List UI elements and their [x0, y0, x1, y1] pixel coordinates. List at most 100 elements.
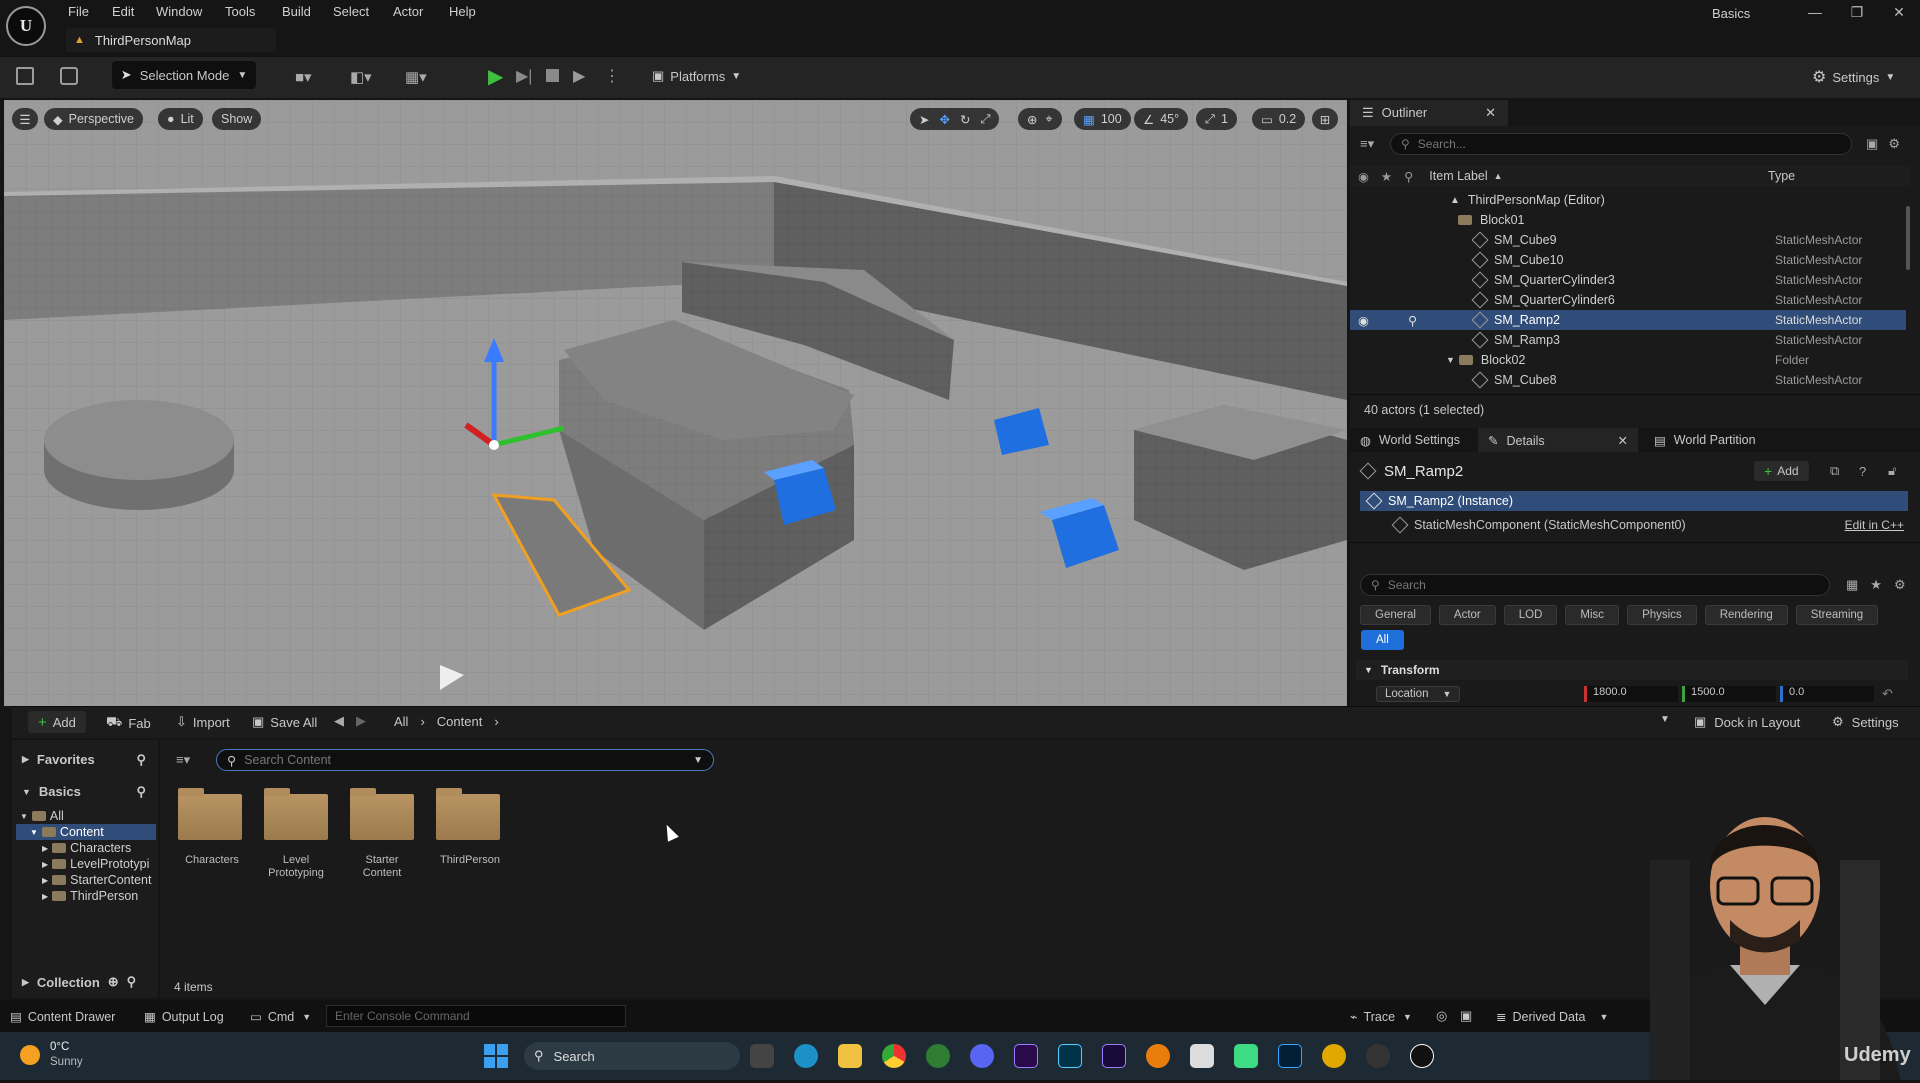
menu-select[interactable]: Select — [333, 4, 369, 19]
layout-icon[interactable]: ⊞ — [1312, 108, 1338, 130]
level-viewport[interactable] — [4, 100, 1347, 706]
trace-dropdown[interactable]: ⌁ Trace ▼ — [1350, 1009, 1412, 1025]
add-actor-icon[interactable]: ■▾ — [295, 68, 312, 86]
weather-temp[interactable]: 0°C — [50, 1041, 69, 1053]
back-icon[interactable]: ◀ — [334, 713, 344, 729]
menu-edit[interactable]: Edit — [112, 4, 134, 19]
favorites-section[interactable]: ▶ Favorites ⚲ — [22, 752, 152, 768]
console-input[interactable]: Enter Console Command — [326, 1005, 626, 1027]
show-button[interactable]: Show — [212, 108, 262, 130]
edit-cpp-link[interactable]: Edit in C++ — [1845, 518, 1904, 532]
premiere-icon[interactable] — [1014, 1044, 1038, 1068]
derived-data-dropdown[interactable]: ≣ Derived Data ▼ — [1496, 1009, 1608, 1025]
chevron-down-icon[interactable]: ▼ — [693, 755, 703, 766]
help-icon[interactable]: ? — [1859, 464, 1866, 479]
android-icon[interactable] — [1234, 1044, 1258, 1068]
weather-status[interactable]: Sunny — [50, 1056, 83, 1068]
rotate-tool-icon[interactable]: ↻ — [960, 112, 970, 127]
camera-speed[interactable]: ▭ 0.2 — [1252, 108, 1306, 130]
task-view-icon[interactable] — [750, 1044, 774, 1068]
cinematics-icon[interactable]: ▦▾ — [405, 68, 427, 86]
edge-icon[interactable] — [794, 1044, 818, 1068]
audition-icon[interactable] — [1058, 1044, 1082, 1068]
step-icon[interactable]: ▶| — [516, 66, 532, 86]
close-icon[interactable]: ✕ — [1878, 4, 1920, 21]
play-icon[interactable]: ▶ — [488, 64, 503, 89]
category-general[interactable]: General — [1360, 605, 1431, 625]
selection-mode-dropdown[interactable]: ➤ Selection Mode ▼ — [112, 61, 256, 89]
transform-section[interactable]: ▼ Transform — [1356, 660, 1908, 680]
history-dropdown-icon[interactable]: ▼ — [1660, 714, 1670, 725]
media-encoder-icon[interactable] — [1102, 1044, 1126, 1068]
save-all-button[interactable]: ▣ Save All — [252, 714, 317, 730]
close-icon[interactable]: ✕ — [1485, 105, 1496, 121]
tab-world-settings[interactable]: ◍ World Settings — [1350, 428, 1470, 452]
location-y-field[interactable]: 1500.0 — [1682, 686, 1776, 702]
cmd-dropdown[interactable]: ▭ Cmd ▼ — [250, 1009, 311, 1025]
star-icon[interactable]: ★ — [1870, 577, 1882, 593]
list-item[interactable]: SM_Cube9 StaticMeshActor — [1350, 230, 1906, 250]
menu-actor[interactable]: Actor — [393, 4, 423, 19]
unreal-logo-icon[interactable]: U — [6, 6, 46, 46]
gear-icon[interactable]: ⚙ — [1888, 136, 1900, 152]
category-lod[interactable]: LOD — [1503, 605, 1558, 625]
component-row[interactable]: StaticMeshComponent (StaticMeshComponent… — [1360, 515, 1908, 535]
steam-icon[interactable] — [1366, 1044, 1390, 1068]
cb-settings-button[interactable]: ⚙ Settings — [1832, 714, 1899, 730]
stop-icon[interactable] — [546, 69, 559, 82]
transform-tools[interactable]: ➤ ✥ ↻ ⤢ — [910, 108, 1000, 130]
save-icon[interactable] — [16, 67, 34, 85]
app-icon[interactable] — [1322, 1044, 1346, 1068]
unreal-taskbar-icon[interactable] — [1410, 1044, 1434, 1068]
category-actor[interactable]: Actor — [1438, 605, 1496, 625]
outliner-scrollbar[interactable] — [1906, 206, 1910, 270]
fab-button[interactable]: ⛟ Fab — [106, 714, 151, 732]
outliner-search-input[interactable]: ⚲ Search... — [1390, 133, 1853, 155]
table-view-icon[interactable]: ▦ — [1846, 577, 1858, 593]
star-icon[interactable]: ★ — [1381, 169, 1392, 184]
content-drawer-button[interactable]: ▤ Content Drawer — [10, 1009, 115, 1025]
revision-icon[interactable]: ▣ — [1460, 1008, 1472, 1024]
scale-snap[interactable]: ⤢ 1 — [1196, 108, 1237, 130]
minimize-icon[interactable]: — — [1794, 4, 1836, 20]
asset-tile[interactable]: Characters — [172, 788, 262, 867]
eye-icon[interactable]: ◉ — [1358, 313, 1369, 328]
list-item[interactable]: ▼ Block02 Folder — [1350, 350, 1906, 370]
source-control-icon[interactable]: ◎ — [1436, 1008, 1447, 1024]
reset-icon[interactable]: ↶ — [1882, 686, 1893, 702]
add-component-button[interactable]: + Add — [1754, 461, 1809, 481]
dock-in-layout-button[interactable]: ▣ Dock in Layout — [1694, 714, 1800, 730]
actor-name[interactable]: SM_Ramp2 — [1384, 463, 1463, 480]
outliner-tab[interactable]: ☰ Outliner ✕ — [1350, 100, 1508, 126]
add-button[interactable]: + Add — [28, 711, 86, 733]
pin-icon[interactable]: ⚲ — [1404, 169, 1413, 184]
windows-start-icon[interactable] — [484, 1044, 508, 1068]
asset-tile[interactable]: ThirdPerson — [430, 788, 520, 867]
breadcrumb-content[interactable]: Content — [437, 714, 483, 729]
details-search-input[interactable]: ⚲ Search — [1360, 574, 1830, 596]
gizmo-origin[interactable] — [489, 440, 499, 450]
blueprint-icon[interactable]: ⧉ — [1830, 463, 1839, 479]
content-search-input[interactable]: ⚲ Search Content ▼ — [216, 749, 714, 771]
move-tool-icon[interactable]: ✥ — [939, 112, 949, 127]
instance-row[interactable]: SM_Ramp2 (Instance) — [1360, 491, 1908, 511]
tree-item-content[interactable]: ▼ Content — [16, 824, 156, 840]
viewport-menu-icon[interactable]: ☰ — [12, 108, 38, 130]
forward-icon[interactable]: ▶ — [356, 713, 366, 729]
settings-dropdown[interactable]: ⚙ Settings ▼ — [1812, 67, 1895, 87]
perspective-button[interactable]: ◆ Perspective — [44, 108, 143, 130]
collection-section[interactable]: ▶ Collection ⊕ ⚲ — [22, 974, 152, 990]
sun-icon[interactable] — [20, 1045, 40, 1065]
scene-render[interactable] — [4, 100, 1347, 706]
tab-world-partition[interactable]: ▤ World Partition — [1644, 428, 1766, 452]
close-icon[interactable]: ✕ — [1618, 433, 1628, 448]
filter-icon[interactable]: ≡▾ — [1360, 136, 1390, 152]
coord-space[interactable]: ⊕ ⌖ — [1018, 108, 1062, 130]
menu-window[interactable]: Window — [156, 4, 202, 19]
eye-icon[interactable]: ◉ — [1358, 169, 1369, 184]
category-rendering[interactable]: Rendering — [1704, 605, 1788, 625]
calendar-icon[interactable] — [1190, 1044, 1214, 1068]
maximize-icon[interactable]: ❐ — [1836, 4, 1878, 21]
search-icon[interactable]: ⚲ — [136, 784, 146, 800]
category-all[interactable]: All — [1361, 630, 1404, 650]
